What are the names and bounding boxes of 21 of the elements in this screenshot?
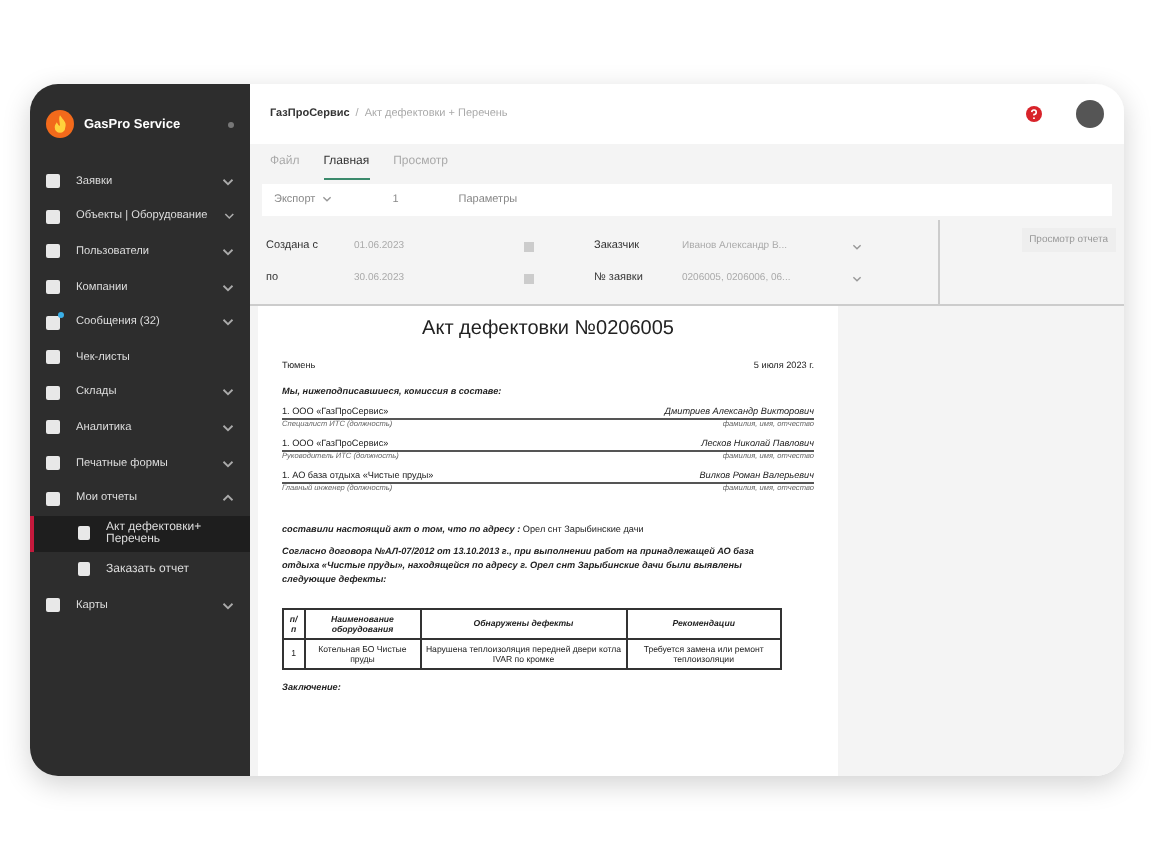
menu-item-icon xyxy=(46,280,60,295)
document-icon xyxy=(78,562,90,577)
document-icon xyxy=(78,526,90,541)
menu-item-icon xyxy=(46,598,60,613)
menu-item-icon xyxy=(46,456,60,471)
menu-item-icon xyxy=(46,174,60,189)
help-icon[interactable] xyxy=(1026,106,1042,122)
calendar-icon xyxy=(524,273,534,283)
chevron-icon xyxy=(852,275,862,281)
menu-item-icon xyxy=(46,420,60,435)
avatar[interactable] xyxy=(1076,100,1104,128)
menu-item-icon xyxy=(46,244,60,259)
menu-item-icon xyxy=(46,350,60,365)
menu-item-icon xyxy=(46,491,60,506)
chevron-icon xyxy=(322,196,333,202)
document-title: Акт дефектовки №0206005 xyxy=(420,318,676,340)
flame-logo-icon xyxy=(46,110,74,138)
menu-item-icon xyxy=(46,385,60,400)
chevron-icon xyxy=(852,243,862,249)
menu-item-icon xyxy=(46,209,60,224)
calendar-icon xyxy=(524,241,534,251)
